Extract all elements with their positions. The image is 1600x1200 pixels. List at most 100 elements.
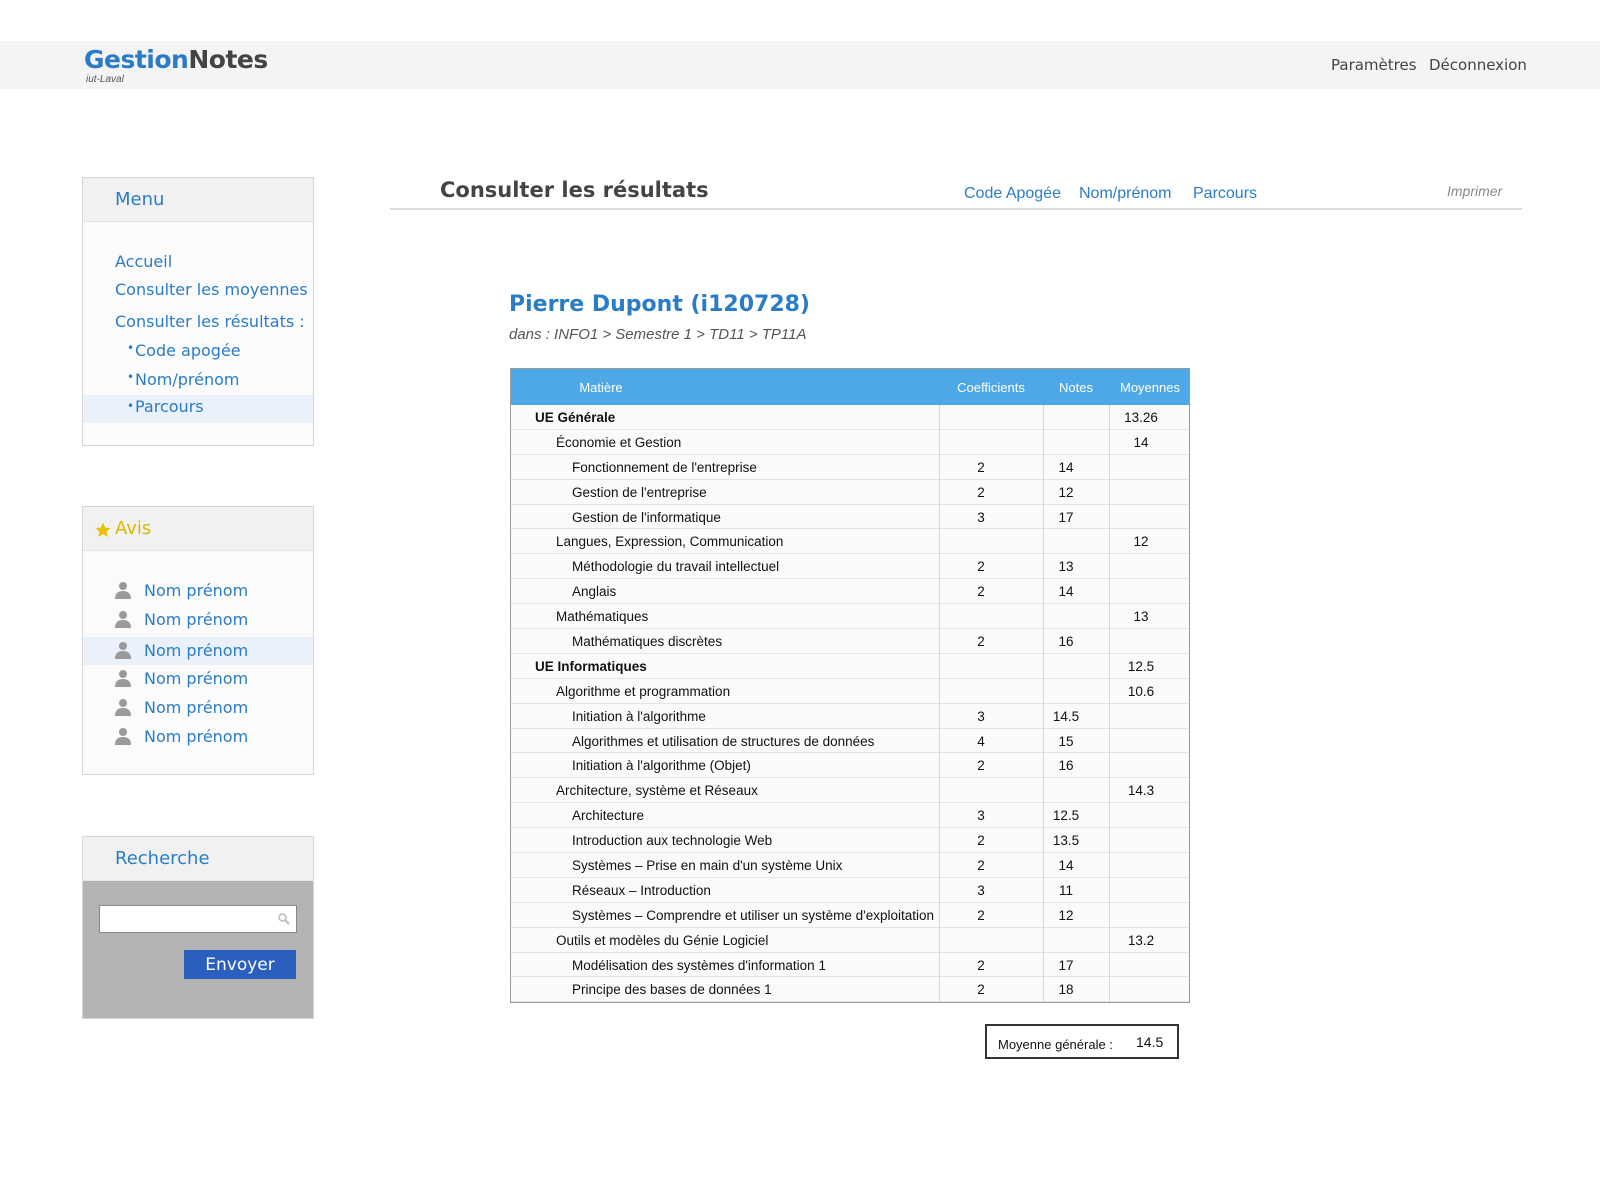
cell-note: 14 (1058, 858, 1074, 874)
top-bar: GestionNotes iut-Laval Paramètres Déconn… (0, 41, 1600, 89)
column-header-notes: Notes (1059, 380, 1093, 395)
table-body: UE Générale 13.26 Économie et Gestion 14 Fon… (511, 405, 1189, 1003)
cell-moyenne: 10.6 (1127, 683, 1155, 699)
cell-note: 13 (1058, 559, 1074, 575)
person-icon (115, 699, 131, 716)
settings-link[interactable]: Paramètres (1331, 56, 1417, 74)
search-body: Envoyer (83, 881, 313, 1018)
menu-item-moyennes[interactable]: Consulter les moyennes (83, 276, 313, 304)
cell-coefficient: 2 (977, 459, 985, 475)
grades-table: Matière Coefficients Notes Moyennes UE G… (510, 368, 1190, 1004)
cell-note: 15 (1058, 733, 1074, 749)
tab-code-apogee[interactable]: Code Apogée (964, 185, 1061, 203)
cell-moyenne: 13.2 (1127, 932, 1155, 948)
cell-matiere: Langues, Expression, Communication (556, 534, 784, 550)
cell-note: 17 (1058, 957, 1074, 973)
cell-matiere: Mathématiques (556, 609, 649, 625)
table-row: Mathématiques discrètes 2 16 (511, 629, 1189, 654)
avis-item[interactable]: Nom prénom (83, 606, 313, 634)
cell-note: 12 (1058, 907, 1074, 923)
cell-matiere: Algorithme et programmation (556, 683, 731, 699)
table-row: Fonctionnement de l'entreprise 2 14 (511, 455, 1189, 480)
table-row: Initiation à l'algorithme (Objet) 2 16 (511, 753, 1189, 779)
cell-coefficient: 2 (977, 982, 985, 998)
cell-note: 11 (1058, 882, 1073, 898)
avis-name: Nom prénom (144, 581, 249, 600)
header-divider (390, 208, 1522, 210)
cell-note: 14 (1058, 459, 1074, 475)
table-row: Architecture 3 12.5 (511, 803, 1189, 829)
search-input[interactable] (99, 905, 297, 933)
avis-item[interactable]: Nom prénom (83, 637, 313, 665)
menu-subitem-parcours[interactable]: • Parcours (83, 395, 313, 423)
table-row: Langues, Expression, Communication 12 (511, 529, 1189, 555)
menu-panel: Menu Accueil Consulter les moyennes Cons… (82, 177, 314, 446)
tab-parcours[interactable]: Parcours (1193, 185, 1257, 203)
print-link[interactable]: Imprimer (1447, 183, 1502, 199)
avis-item[interactable]: Nom prénom (83, 723, 313, 751)
cell-note: 16 (1058, 634, 1074, 650)
avis-item[interactable]: Nom prénom (83, 694, 313, 722)
avis-name: Nom prénom (144, 698, 249, 717)
cell-coefficient: 2 (977, 833, 985, 849)
cell-note: 17 (1058, 509, 1074, 525)
tab-nom-prenom[interactable]: Nom/prénom (1079, 185, 1171, 203)
cell-matiere: Modélisation des systèmes d'information … (572, 957, 826, 973)
avis-item[interactable]: Nom prénom (83, 665, 313, 693)
person-icon (115, 582, 131, 599)
cell-moyenne: 13 (1133, 609, 1149, 625)
cell-coefficient: 2 (977, 584, 985, 600)
send-button[interactable]: Envoyer (184, 950, 296, 979)
cell-coefficient: 2 (977, 484, 985, 500)
overall-average-box: Moyenne générale : 14.5 (985, 1024, 1179, 1059)
logout-link[interactable]: Déconnexion (1429, 56, 1527, 74)
cell-matiere: Gestion de l'informatique (572, 509, 721, 525)
search-icon[interactable] (277, 912, 291, 926)
table-row: Outils et modèles du Génie Logiciel 13.2 (511, 928, 1189, 953)
menu-item-label: Consulter les moyennes (115, 280, 308, 299)
menu-title: Menu (115, 189, 165, 210)
star-icon (95, 522, 111, 537)
cell-coefficient: 3 (977, 708, 985, 724)
cell-coefficient: 3 (977, 509, 985, 525)
menu-subitem-nom-prenom[interactable]: • Nom/prénom (83, 366, 313, 394)
column-header-coefficients: Coefficients (957, 380, 1025, 395)
app-logo[interactable]: GestionNotes (84, 45, 268, 74)
cell-note: 18 (1058, 982, 1074, 998)
avis-item[interactable]: Nom prénom (83, 577, 313, 605)
cell-matiere: Architecture (572, 808, 645, 824)
menu-item-resultats[interactable]: Consulter les résultats : (83, 308, 313, 336)
table-header: Matière Coefficients Notes Moyennes (511, 369, 1189, 405)
cell-matiere: Anglais (572, 584, 617, 600)
cell-coefficient: 2 (977, 559, 985, 575)
cell-matiere: UE Générale (535, 410, 616, 425)
person-icon (115, 670, 131, 687)
table-row: Introduction aux technologie Web 2 13.5 (511, 828, 1189, 854)
menu-subitem-code-apogee[interactable]: • Code apogée (83, 337, 313, 365)
table-row: Anglais 2 14 (511, 579, 1189, 605)
cell-matiere: Initiation à l'algorithme (572, 708, 706, 724)
avis-name: Nom prénom (144, 669, 249, 688)
person-icon (115, 611, 131, 628)
avis-name: Nom prénom (144, 727, 249, 746)
overall-average-label: Moyenne générale : (998, 1037, 1113, 1052)
menu-item-accueil[interactable]: Accueil (83, 248, 313, 276)
table-row: UE Générale 13.26 (511, 405, 1189, 430)
avis-panel: Avis Nom prénom Nom prénom Nom prénom No… (82, 506, 314, 775)
cell-coefficient: 2 (977, 957, 985, 973)
cell-matiere: Architecture, système et Réseaux (556, 783, 758, 799)
table-row: Réseaux – Introduction 3 11 (511, 878, 1189, 903)
cell-matiere: Initiation à l'algorithme (Objet) (572, 758, 751, 774)
table-row: Mathématiques 13 (511, 604, 1189, 630)
cell-note: 16 (1058, 758, 1074, 774)
page-title: Consulter les résultats (440, 178, 709, 202)
cell-moyenne: 14.3 (1127, 783, 1155, 799)
cell-coefficient: 4 (977, 733, 985, 749)
cell-matiere: Réseaux – Introduction (572, 882, 711, 898)
table-row: Modélisation des systèmes d'information … (511, 953, 1189, 978)
column-divider (939, 405, 940, 1003)
cell-note: 13.5 (1052, 833, 1080, 849)
cell-coefficient: 3 (977, 882, 985, 898)
table-row: Principe des bases de données 1 2 18 (511, 977, 1189, 1003)
bullet-icon: • (127, 370, 135, 384)
